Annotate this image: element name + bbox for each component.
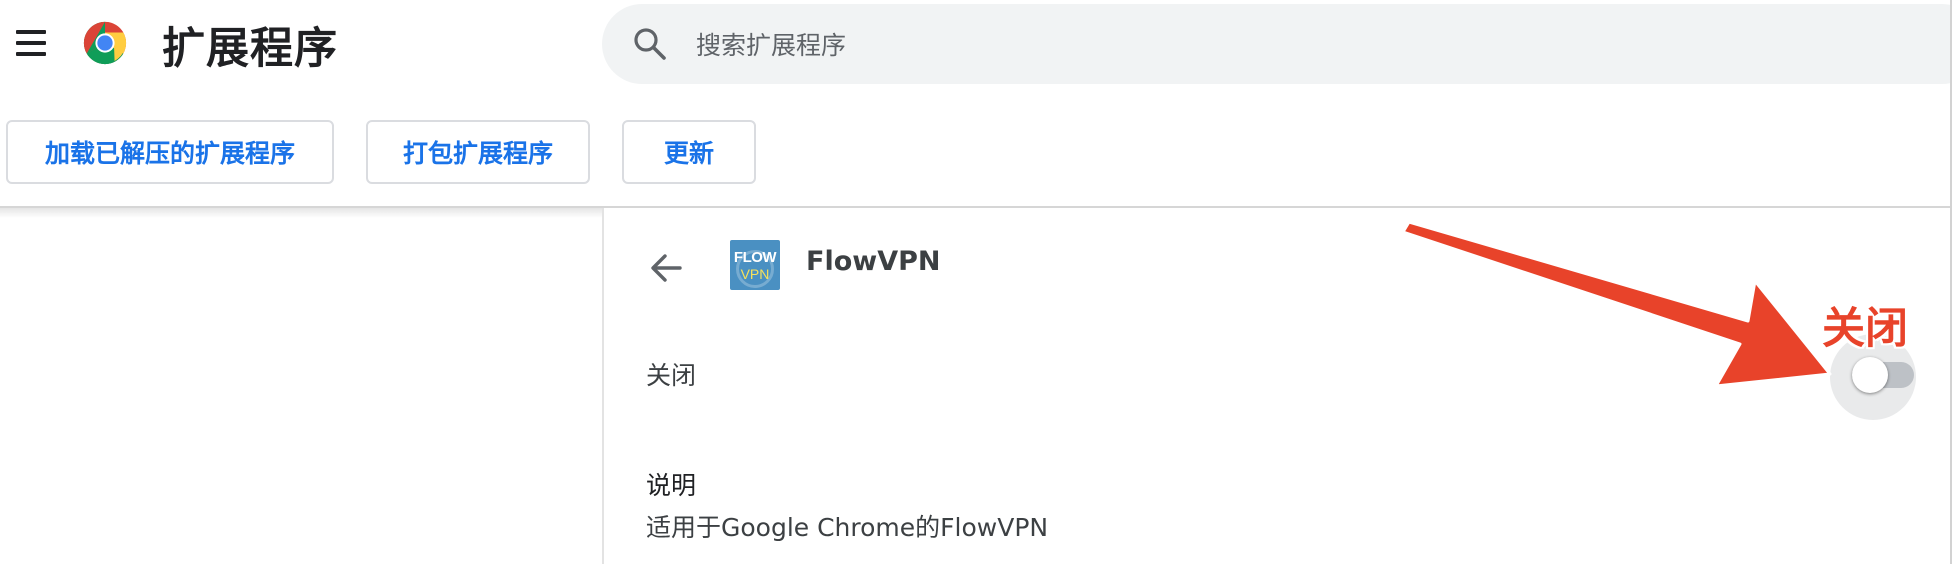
- search-icon[interactable]: [632, 26, 668, 62]
- arrow-back-icon[interactable]: [646, 248, 686, 288]
- flowvpn-icon: FLOW VPN: [730, 240, 780, 290]
- page-title: 扩展程序: [162, 24, 338, 74]
- icon-text-bottom: VPN: [740, 266, 770, 282]
- annotation-label: 关闭: [1822, 304, 1908, 354]
- description-heading: 说明: [646, 471, 697, 500]
- hamburger-menu-icon[interactable]: [12, 26, 50, 60]
- search-input[interactable]: [694, 20, 1598, 70]
- annotation-arrow: [1401, 220, 1832, 388]
- enable-toggle-knob[interactable]: [1852, 357, 1888, 393]
- icon-text-top: FLOW: [733, 249, 777, 266]
- extension-name: FlowVPN: [806, 246, 941, 277]
- enable-status-label: 关闭: [646, 361, 697, 390]
- search-bar[interactable]: [602, 4, 1950, 84]
- update-button[interactable]: 更新: [622, 120, 756, 184]
- extensions-page: 扩展程序 加载已解压的扩展程序 打包扩展程序 更新 FLOW VPN FlowV…: [0, 0, 1952, 564]
- chrome-logo-icon: [83, 21, 127, 65]
- load-unpacked-button[interactable]: 加载已解压的扩展程序: [6, 120, 334, 184]
- description-text: 适用于Google Chrome的FlowVPN: [646, 513, 1049, 542]
- pack-extension-button[interactable]: 打包扩展程序: [366, 120, 590, 184]
